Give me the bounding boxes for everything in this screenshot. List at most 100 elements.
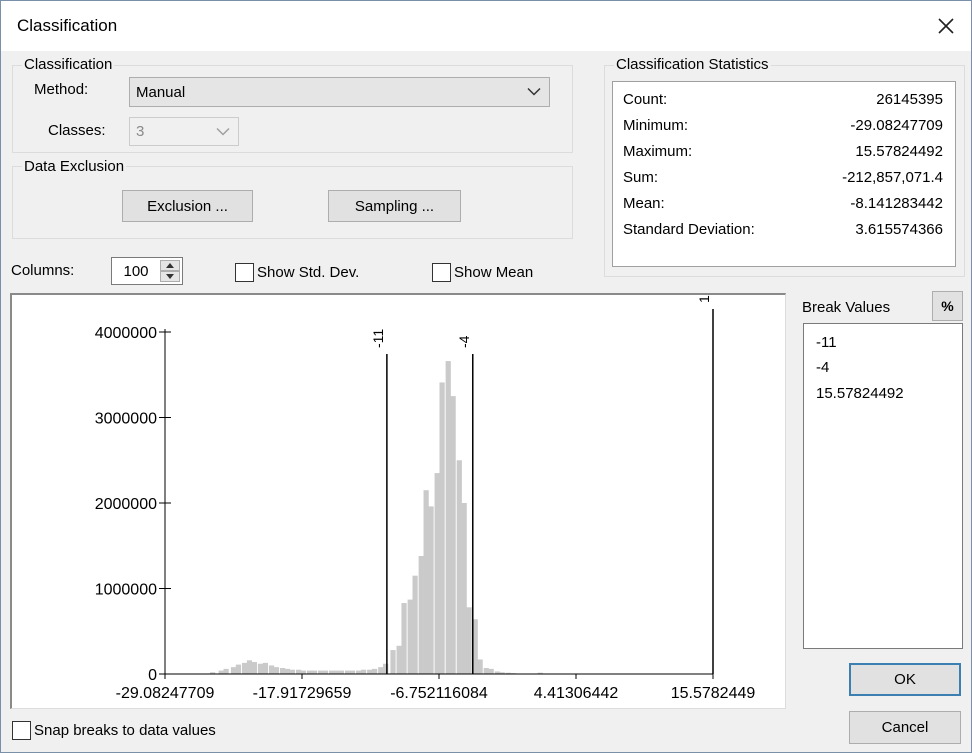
sampling-button[interactable]: Sampling ...: [328, 190, 461, 222]
chevron-down-icon: [527, 84, 541, 101]
histogram-chart[interactable]: 0 1000000 2000000 3000000 4000000 -29.0824770…: [10, 293, 786, 709]
caret-up-icon: [166, 263, 174, 268]
y-tick-label: 4000000: [95, 325, 157, 342]
histogram-bar: [367, 669, 373, 674]
stat-row-maximum: Maximum: 15.57824492: [623, 143, 943, 167]
checkbox-box: [235, 263, 254, 282]
classification-group-label: Classification: [22, 56, 115, 73]
histogram-bar: [268, 665, 275, 674]
stat-value: -212,857,071.4: [842, 169, 943, 186]
x-tick-label: -6.752116084: [390, 685, 488, 702]
columns-input[interactable]: [112, 258, 160, 284]
ok-button-label: OK: [894, 671, 916, 688]
stat-row-mean: Mean: -8.141283442: [623, 195, 943, 219]
columns-label: Columns:: [11, 262, 75, 279]
histogram-bar: [450, 396, 456, 675]
stat-row-std-dev: Standard Deviation: 3.615574366: [623, 221, 943, 245]
spin-up-button[interactable]: [160, 260, 180, 271]
histogram-bar: [488, 668, 494, 674]
show-mean-checkbox[interactable]: Show Mean: [432, 263, 533, 282]
classification-dialog: Classification Classification Method: Ma…: [0, 0, 972, 753]
histogram-bar: [412, 575, 418, 674]
window-title: Classification: [17, 16, 118, 35]
histogram-bar: [223, 668, 229, 674]
histogram-bar: [423, 490, 429, 674]
histogram-bar: [329, 670, 335, 674]
stat-value: 26145395: [876, 91, 943, 108]
histogram-area[interactable]: 0 1000000 2000000 3000000 4000000 -29.0824770…: [10, 293, 786, 709]
histogram-bar: [295, 669, 302, 674]
show-mean-label: Show Mean: [454, 264, 534, 281]
data-exclusion-group: [12, 166, 573, 239]
data-exclusion-group-label: Data Exclusion: [22, 158, 127, 175]
statistics-group-label: Classification Statistics: [614, 56, 771, 73]
spin-down-button[interactable]: [160, 271, 180, 282]
histogram-bar: [262, 662, 269, 674]
histogram-bar: [284, 668, 291, 674]
histogram-bar: [372, 668, 378, 674]
columns-stepper[interactable]: [111, 257, 183, 285]
show-std-dev-checkbox[interactable]: Show Std. Dev.: [235, 263, 359, 282]
histogram-bar: [235, 664, 242, 674]
histogram-bar: [439, 382, 445, 674]
method-select[interactable]: Manual: [129, 77, 550, 107]
histogram-bar: [477, 659, 483, 674]
sampling-button-label: Sampling ...: [354, 197, 435, 215]
classes-label: Classes:: [48, 122, 106, 139]
histogram-bar: [360, 669, 367, 674]
exclusion-button-label: Exclusion ...: [147, 197, 228, 215]
exclusion-button[interactable]: Exclusion ...: [122, 190, 253, 222]
percent-button[interactable]: %: [932, 291, 963, 321]
statistics-box: Count: 26145395 Minimum: -29.08247709 Ma…: [612, 81, 956, 267]
histogram-bar: [445, 361, 451, 674]
break-value-item[interactable]: 15.57824492: [816, 385, 904, 402]
y-tick-label: 2000000: [95, 496, 157, 513]
histogram-bar: [345, 670, 351, 674]
histogram-bar: [483, 668, 489, 674]
break-value-item[interactable]: -11: [816, 334, 837, 351]
percent-button-label: %: [941, 298, 954, 314]
histogram-bar: [456, 460, 462, 674]
histogram-bar: [257, 663, 264, 674]
classes-select[interactable]: 3: [129, 117, 239, 146]
close-icon: [938, 18, 954, 34]
histogram-bar: [390, 650, 396, 674]
histogram-bar: [418, 556, 424, 674]
x-tick-label: -17.91729659: [253, 685, 352, 702]
break-values-list[interactable]: -11 -4 15.57824492: [803, 323, 963, 649]
stat-value: -29.08247709: [850, 117, 943, 134]
close-button[interactable]: [927, 9, 965, 43]
stat-label: Minimum:: [623, 117, 689, 134]
x-tick-label: -29.08247709: [116, 685, 215, 702]
histogram-bar: [349, 670, 356, 674]
spin-buttons: [160, 260, 180, 282]
cancel-button[interactable]: Cancel: [849, 711, 961, 744]
histogram-bar: [434, 473, 440, 674]
histogram-bar: [338, 670, 345, 674]
stat-label: Maximum:: [623, 143, 693, 160]
snap-breaks-label: Snap breaks to data values: [34, 722, 216, 739]
histogram-bar: [273, 667, 280, 674]
method-label: Method:: [34, 81, 89, 98]
break-value-item[interactable]: -4: [816, 359, 829, 376]
histogram-bar: [466, 607, 472, 674]
ok-button[interactable]: OK: [849, 663, 961, 696]
caret-down-icon: [166, 274, 174, 279]
break-line-label: -4: [456, 335, 472, 348]
histogram-bar: [279, 668, 286, 674]
x-tick-label: 4.41306442: [534, 685, 619, 702]
histogram-bar: [333, 670, 340, 674]
break-values-label: Break Values: [802, 299, 891, 316]
histogram-bar: [306, 670, 313, 674]
snap-breaks-checkbox[interactable]: Snap breaks to data values: [12, 721, 216, 740]
stat-value: -8.141283442: [850, 195, 943, 212]
stat-row-count: Count: 26145395: [623, 91, 943, 115]
histogram-bar: [311, 670, 318, 674]
histogram-bar: [218, 670, 224, 674]
histogram-bar: [407, 599, 413, 674]
chevron-down-icon: [216, 123, 230, 140]
y-tick-label: 0: [148, 667, 157, 684]
show-std-dev-label: Show Std. Dev.: [257, 264, 360, 281]
stat-label: Mean:: [623, 195, 665, 212]
histogram-bar: [428, 506, 434, 674]
